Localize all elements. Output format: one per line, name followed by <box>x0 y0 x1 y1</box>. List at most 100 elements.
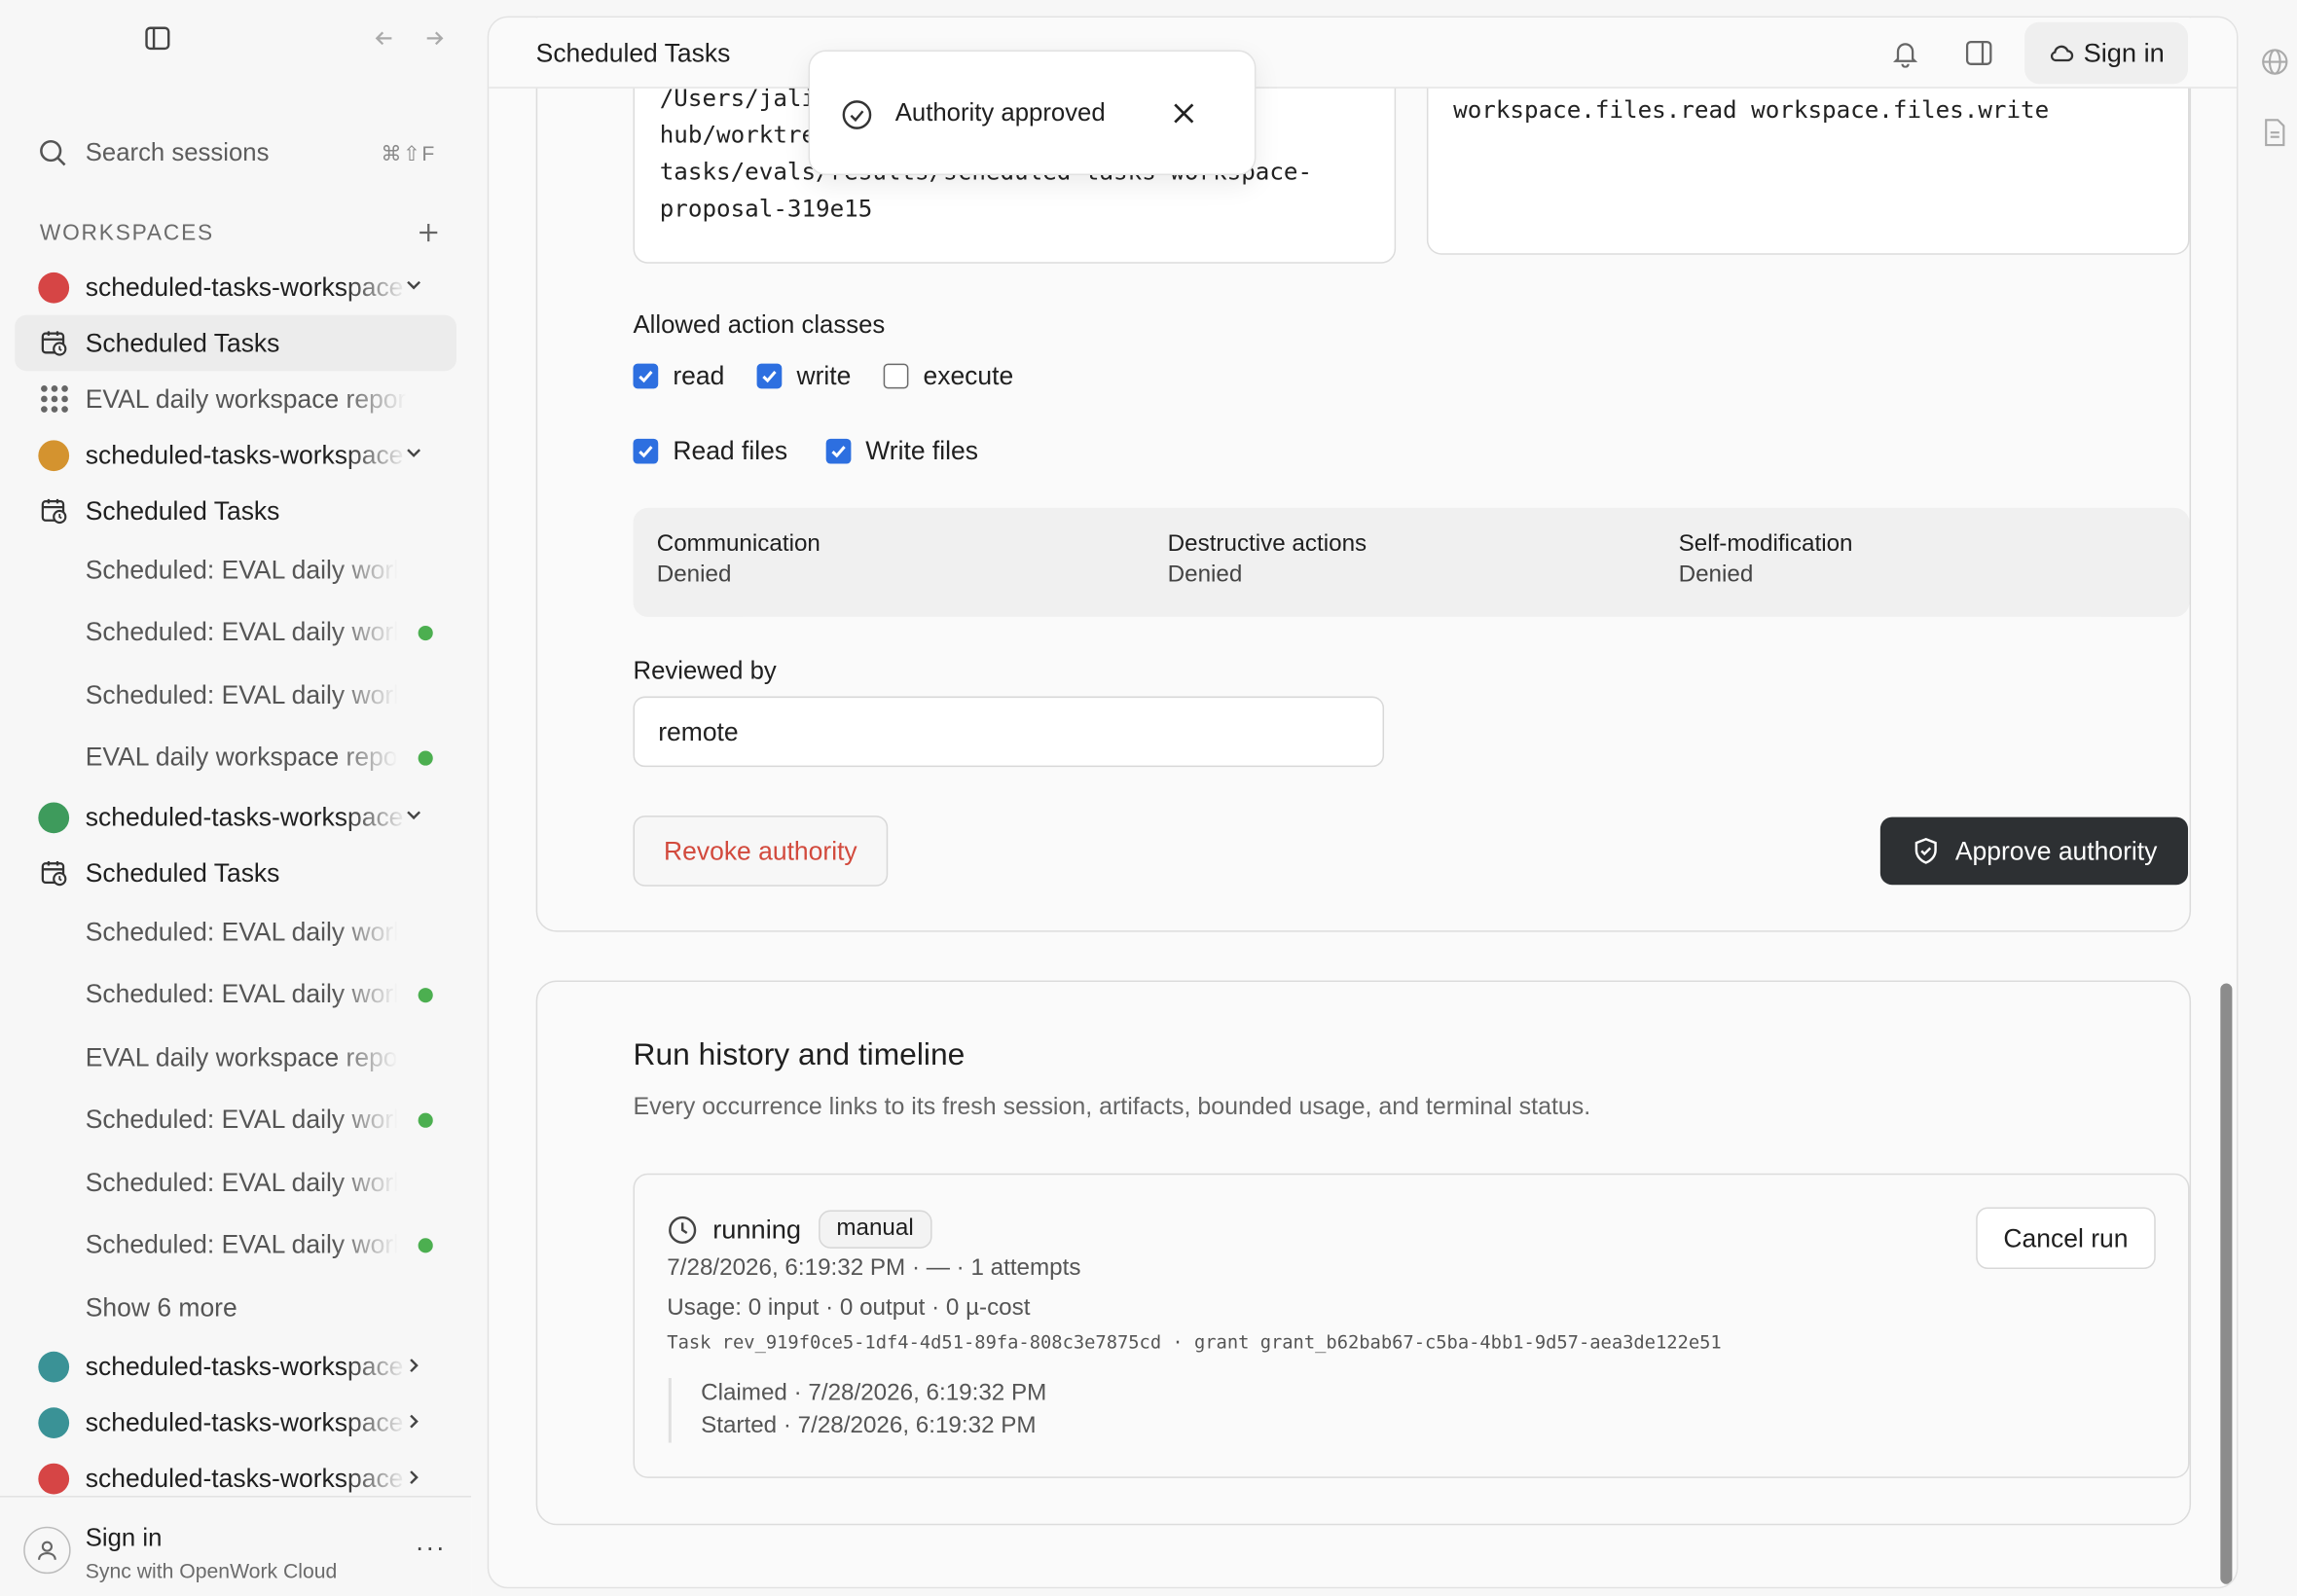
workspace-color-icon <box>38 1351 70 1383</box>
session-item[interactable]: Scheduled: EVAL daily workspace <box>15 539 456 601</box>
checkbox-checked-icon[interactable] <box>825 438 852 464</box>
session-label: Scheduled: EVAL daily workspace <box>85 554 398 585</box>
denied-title: Self-modification <box>1678 531 1853 557</box>
content-scroll[interactable]: /Users/jalill hub/worktrees tasks/evals/… <box>489 18 2237 1587</box>
denied-title: Communication <box>656 531 820 557</box>
checkbox-label: write <box>796 360 852 390</box>
run-item: running manual 7/28/2026, 6:19:32 PM · —… <box>633 1173 2190 1478</box>
run-ids: Task rev_919f0ce5-1df4-4d51-89fa-808c3e7… <box>667 1330 1722 1354</box>
checkbox-checked-icon[interactable] <box>756 363 783 389</box>
scheduled-tasks-item[interactable]: Scheduled Tasks <box>15 845 456 900</box>
session-item[interactable]: EVAL daily workspace report <box>15 371 456 426</box>
scheduled-tasks-label: Scheduled Tasks <box>85 327 280 357</box>
show-more-button[interactable]: Show 6 more <box>15 1277 456 1339</box>
globe-icon[interactable] <box>2259 46 2291 78</box>
checkbox-unchecked-icon[interactable] <box>883 363 909 389</box>
checkbox-write[interactable]: write <box>756 360 852 392</box>
workspace-label: scheduled-tasks-workspace <box>85 272 404 302</box>
chevron-right-icon[interactable] <box>404 1464 424 1495</box>
run-status: running manual <box>667 1210 931 1249</box>
timeline-claimed: Claimed · 7/28/2026, 6:19:32 PM <box>701 1381 1047 1406</box>
status-dot <box>418 1237 433 1253</box>
chevron-right-icon[interactable] <box>404 1352 424 1383</box>
status-dot <box>418 1112 433 1128</box>
checkbox-checked-icon[interactable] <box>633 438 659 464</box>
search-sessions[interactable]: Search sessions ⌘⇧F <box>38 127 435 179</box>
checkbox-execute[interactable]: execute <box>883 361 1013 392</box>
session-item[interactable]: Scheduled: EVAL daily workspace <box>15 1089 456 1151</box>
shield-check-icon <box>1911 836 1940 865</box>
scrollbar[interactable] <box>2220 983 2233 1584</box>
scheduled-tasks-item[interactable]: Scheduled Tasks <box>15 483 456 538</box>
session-label: Scheduled: EVAL daily workspace <box>85 679 398 709</box>
panel-toggle-icon[interactable] <box>1961 35 1996 70</box>
apps-grid-icon <box>38 383 69 415</box>
search-icon <box>38 138 67 167</box>
workspace-item[interactable]: scheduled-tasks-workspace <box>15 1339 456 1395</box>
sidebar: Search sessions ⌘⇧F WORKSPACES scheduled… <box>0 0 472 1596</box>
workspace-label: scheduled-tasks-workspace <box>85 1407 404 1437</box>
status-dot <box>418 987 433 1002</box>
session-item[interactable]: EVAL daily workspace report <box>15 727 456 789</box>
more-options-icon[interactable]: ··· <box>416 1533 447 1564</box>
workspace-item[interactable]: scheduled-tasks-workspace <box>15 259 456 314</box>
run-usage: Usage: 0 input · 0 output · 0 µ-cost <box>667 1295 1031 1321</box>
session-item[interactable]: Scheduled: EVAL daily workspace <box>15 901 456 963</box>
cloud-icon <box>2048 40 2074 66</box>
session-item[interactable]: Scheduled: EVAL daily workspace <box>15 1214 456 1276</box>
main-header: Scheduled Tasks Sign in <box>489 18 2237 89</box>
forward-arrow-icon[interactable] <box>419 22 451 54</box>
workspaces-label: WORKSPACES <box>39 220 214 245</box>
denied-title: Destructive actions <box>1167 531 1367 557</box>
workspace-color-icon <box>38 801 70 833</box>
approve-authority-button[interactable]: Approve authority <box>1879 816 2189 886</box>
chevron-right-icon[interactable] <box>404 1407 424 1438</box>
workspace-item[interactable]: scheduled-tasks-workspace <box>15 789 456 845</box>
chevron-down-icon[interactable] <box>404 440 424 471</box>
run-history-card: Run history and timeline Every occurrenc… <box>535 980 2192 1526</box>
cancel-run-button[interactable]: Cancel run <box>1976 1207 2156 1270</box>
session-label: EVAL daily workspace report <box>85 383 407 414</box>
session-item[interactable]: EVAL daily workspace report <box>15 1026 456 1088</box>
run-history-title: Run history and timeline <box>633 1037 966 1072</box>
document-icon[interactable] <box>2259 117 2291 149</box>
workspace-label: scheduled-tasks-workspace <box>85 1351 404 1382</box>
chevron-down-icon[interactable] <box>404 802 424 833</box>
revoke-authority-button[interactable]: Revoke authority <box>633 816 889 887</box>
workspace-color-icon <box>38 272 70 303</box>
session-item[interactable]: Scheduled: EVAL daily workspace <box>15 664 456 726</box>
status-dot <box>418 625 433 640</box>
chevron-down-icon[interactable] <box>404 272 424 303</box>
search-shortcut: ⌘⇧F <box>381 140 436 164</box>
workspace-item[interactable]: scheduled-tasks-workspace <box>15 427 456 483</box>
workspace-item[interactable]: scheduled-tasks-workspace <box>15 1395 456 1450</box>
session-label: Scheduled: EVAL daily workspace <box>85 917 398 947</box>
sidebar-toggle-icon[interactable] <box>141 22 173 54</box>
sign-in-button[interactable]: Sign in <box>2024 21 2189 85</box>
checkbox-checked-icon[interactable] <box>633 363 659 389</box>
checkbox-write-files[interactable]: Write files <box>825 436 978 467</box>
session-item[interactable]: Scheduled: EVAL daily workspace <box>15 601 456 664</box>
scheduled-tasks-label: Scheduled Tasks <box>85 857 280 888</box>
session-item[interactable]: Scheduled: EVAL daily workspace <box>15 963 456 1026</box>
search-label: Search sessions <box>85 138 270 166</box>
session-item[interactable]: Scheduled: EVAL daily workspace <box>15 1151 456 1214</box>
scheduled-tasks-item[interactable]: Scheduled Tasks <box>15 314 456 372</box>
checkbox-read-files[interactable]: Read files <box>633 436 787 467</box>
account-footer[interactable]: Sign in Sync with OpenWork Cloud ··· <box>0 1496 472 1596</box>
close-icon[interactable] <box>1172 101 1195 125</box>
right-rail <box>2244 0 2297 1596</box>
check-circle-icon <box>841 98 873 130</box>
bell-icon[interactable] <box>1887 35 1922 70</box>
workspace-color-icon <box>38 439 70 471</box>
denied-value: Denied <box>1678 562 1754 588</box>
add-workspace-icon[interactable] <box>417 221 440 244</box>
checkbox-read[interactable]: read <box>633 361 724 392</box>
run-trigger-badge: manual <box>819 1210 931 1249</box>
timeline-started: Started · 7/28/2026, 6:19:32 PM <box>701 1413 1037 1439</box>
action-classes-label: Allowed action classes <box>633 310 886 339</box>
reviewed-by-input[interactable]: remote <box>633 696 1385 768</box>
run-meta: 7/28/2026, 6:19:32 PM · — · 1 attempts <box>667 1255 1081 1282</box>
toast-message: Authority approved <box>894 98 1106 127</box>
back-arrow-icon[interactable] <box>368 22 400 54</box>
